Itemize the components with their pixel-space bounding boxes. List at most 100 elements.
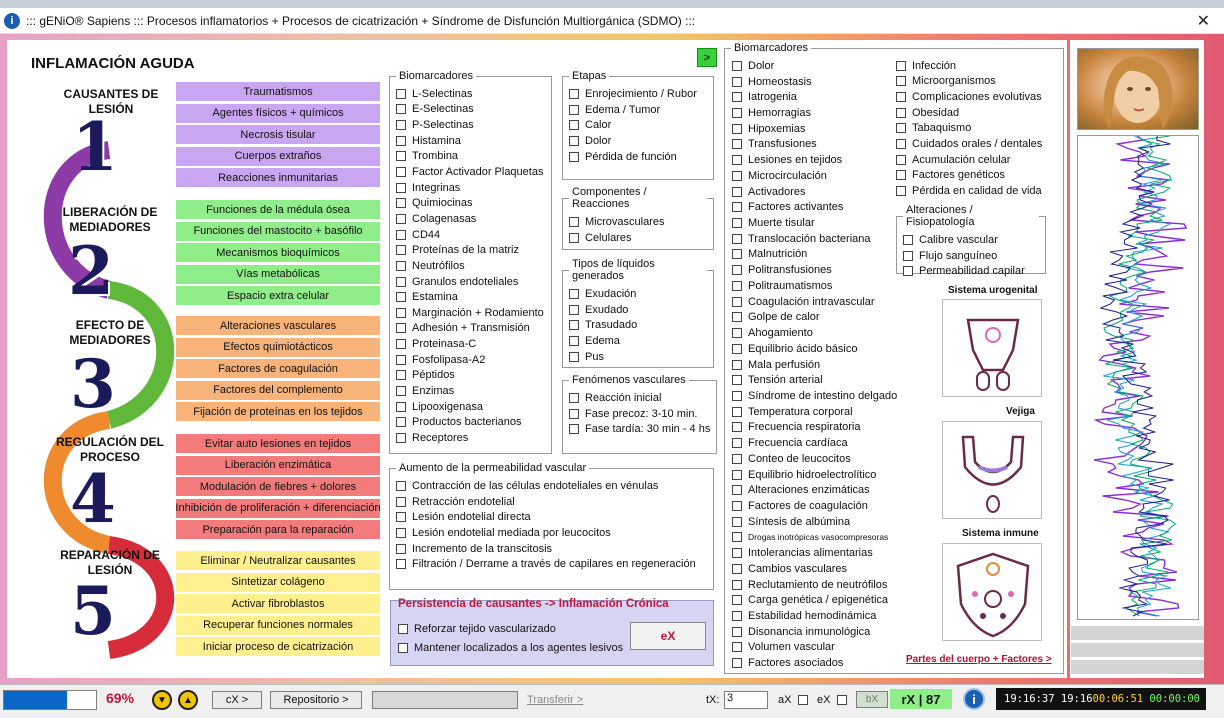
componente-checkbox[interactable]: Celulares (569, 230, 707, 246)
vejiga-image[interactable] (942, 421, 1042, 519)
stage-1-item[interactable]: Reacciones inmunitarias (176, 168, 380, 188)
stage-3-item[interactable]: Alteraciones vasculares (176, 316, 380, 335)
biomarcador-checkbox[interactable]: CD44 (396, 227, 545, 243)
persistencia-checkbox[interactable]: Reforzar tejido vascularizado (398, 619, 628, 639)
biomarcador-2-checkbox[interactable]: Disonancia inmunológica (732, 624, 902, 640)
stage-4-item[interactable]: Modulación de fiebres + dolores (176, 477, 380, 497)
permeabilidad-checkbox[interactable]: Lesión endotelial directa (396, 509, 707, 525)
biomarcador-checkbox[interactable]: Productos bacterianos (396, 414, 545, 430)
biomarcador-2-checkbox[interactable]: Alteraciones enzimáticas (732, 482, 902, 498)
liquido-checkbox[interactable]: Trasudado (569, 317, 707, 333)
biomarcador-3-checkbox[interactable]: Pérdida en calidad de vida (896, 183, 1062, 199)
biomarcador-2-checkbox[interactable]: Hipoxemias (732, 121, 902, 137)
alteracion-checkbox[interactable]: Calibre vascular (903, 232, 1039, 248)
biomarcador-checkbox[interactable]: Proteínas de la matriz (396, 242, 545, 258)
biomarcador-checkbox[interactable]: Receptores (396, 430, 545, 446)
stage-5-item[interactable]: Recuperar funciones normales (176, 615, 380, 635)
biomarcador-3-checkbox[interactable]: Acumulación celular (896, 152, 1062, 168)
fenomeno-checkbox[interactable]: Fase tardía: 30 min - 4 hs (569, 421, 710, 437)
fenomeno-checkbox[interactable]: Reacción inicial (569, 390, 710, 406)
biomarcador-checkbox[interactable]: P-Selectinas (396, 117, 545, 133)
biomarcador-3-checkbox[interactable]: Infección (896, 58, 1062, 74)
biomarcador-checkbox[interactable]: E-Selectinas (396, 102, 545, 118)
etapa-checkbox[interactable]: Dolor (569, 133, 707, 149)
biomarcador-3-checkbox[interactable]: Cuidados orales / dentales (896, 136, 1062, 152)
stage-1-item[interactable]: Cuerpos extraños (176, 146, 380, 166)
biomarcador-checkbox[interactable]: Integrinas (396, 180, 545, 196)
biomarcador-2-checkbox[interactable]: Cambios vasculares (732, 561, 902, 577)
biomarcador-checkbox[interactable]: Factor Activador Plaquetas (396, 164, 545, 180)
stage-4-item[interactable]: Liberación enzimática (176, 455, 380, 475)
biomarcador-checkbox[interactable]: Quimiocinas (396, 195, 545, 211)
ax-checkbox[interactable]: aX (778, 694, 808, 706)
biomarcador-2-checkbox[interactable]: Translocación bacteriana (732, 231, 902, 247)
biomarcador-2-checkbox[interactable]: Coagulación intravascular (732, 294, 902, 310)
biomarcador-2-checkbox[interactable]: Síntesis de albúmina (732, 514, 902, 530)
biomarcador-2-checkbox[interactable]: Activadores (732, 184, 902, 200)
biomarcador-2-checkbox[interactable]: Lesiones en tejidos (732, 152, 902, 168)
biomarcador-2-checkbox[interactable]: Homeostasis (732, 74, 902, 90)
stage-2-item[interactable]: Funciones del mastocito + basófilo (176, 221, 380, 241)
componente-checkbox[interactable]: Microvasculares (569, 214, 707, 230)
permeabilidad-checkbox[interactable]: Filtración / Derrame a través de capilar… (396, 556, 707, 572)
stage-4-item[interactable]: Preparación para la reparación (176, 520, 380, 540)
stage-3-item[interactable]: Efectos quimiotácticos (176, 337, 380, 357)
biomarcador-2-checkbox[interactable]: Conteo de leucocitos (732, 451, 902, 467)
next-button[interactable]: > (697, 48, 717, 67)
stage-4-item[interactable]: Inhibición de proliferación + diferencia… (176, 498, 380, 518)
stage-2-item[interactable]: Vías metabólicas (176, 264, 380, 284)
etapa-checkbox[interactable]: Enrojecimiento / Rubor (569, 86, 707, 102)
biomarcador-3-checkbox[interactable]: Tabaquismo (896, 121, 1062, 137)
biomarcador-checkbox[interactable]: Péptidos (396, 368, 545, 384)
repositorio-button[interactable]: Repositorio > (270, 691, 362, 709)
permeabilidad-checkbox[interactable]: Incremento de la transcitosis (396, 541, 707, 557)
etapa-checkbox[interactable]: Calor (569, 117, 707, 133)
biomarcador-2-checkbox[interactable]: Temperatura corporal (732, 404, 902, 420)
persistencia-checkbox[interactable]: Mantener localizados a los agentes lesiv… (398, 639, 628, 659)
biomarcador-2-checkbox[interactable]: Factores asociados (732, 655, 902, 671)
alteracion-checkbox[interactable]: Permeabilidad capilar (903, 263, 1039, 279)
biomarcador-checkbox[interactable]: L-Selectinas (396, 86, 545, 102)
biomarcador-2-checkbox[interactable]: Muerte tisular (732, 215, 902, 231)
biomarcador-checkbox[interactable]: Estamina (396, 289, 545, 305)
biomarcador-checkbox[interactable]: Granulos endoteliales (396, 274, 545, 290)
down-arrow-button[interactable]: ▼ (152, 690, 172, 710)
biomarcador-2-checkbox[interactable]: Ahogamiento (732, 325, 902, 341)
tx-spinner[interactable]: 3 (724, 691, 768, 709)
biomarcador-2-checkbox[interactable]: Frecuencia respiratoria (732, 420, 902, 436)
biomarcador-2-checkbox[interactable]: Intolerancias alimentarias (732, 545, 902, 561)
liquido-checkbox[interactable]: Exudado (569, 302, 707, 318)
biomarcador-2-checkbox[interactable]: Tensión arterial (732, 372, 902, 388)
stage-1-item[interactable]: Traumatismos (176, 82, 380, 101)
stage-4-item[interactable]: Evitar auto lesiones en tejidos (176, 434, 380, 453)
biomarcador-checkbox[interactable]: Proteinasa-C (396, 336, 545, 352)
stage-5-item[interactable]: Iniciar proceso de cicatrización (176, 637, 380, 657)
stage-2-item[interactable]: Mecanismos bioquímicos (176, 243, 380, 263)
biomarcador-checkbox[interactable]: Colagenasas (396, 211, 545, 227)
biomarcador-3-checkbox[interactable]: Complicaciones evolutivas (896, 89, 1062, 105)
stage-5-item[interactable]: Sintetizar colágeno (176, 572, 380, 592)
biomarcador-2-checkbox[interactable]: Volumen vascular (732, 640, 902, 656)
liquido-checkbox[interactable]: Pus (569, 349, 707, 365)
biomarcador-2-checkbox[interactable]: Politransfusiones (732, 262, 902, 278)
biomarcador-2-checkbox[interactable]: Factores activantes (732, 199, 902, 215)
biomarcador-checkbox[interactable]: Neutrófilos (396, 258, 545, 274)
biomarcador-2-checkbox[interactable]: Hemorragias (732, 105, 902, 121)
stage-5-item[interactable]: Eliminar / Neutralizar causantes (176, 551, 380, 570)
parts-link[interactable]: Partes del cuerpo + Factores > (906, 654, 1052, 665)
biomarcador-checkbox[interactable]: Marginación + Rodamiento (396, 305, 545, 321)
transfer-link[interactable]: Transferir > (527, 694, 583, 706)
biomarcador-checkbox[interactable]: Adhesión + Transmisión (396, 321, 545, 337)
permeabilidad-checkbox[interactable]: Contracción de las células endoteliales … (396, 478, 707, 494)
stage-3-item[interactable]: Factores del complemento (176, 380, 380, 400)
biomarcador-2-checkbox[interactable]: Microcirculación (732, 168, 902, 184)
liquido-checkbox[interactable]: Edema (569, 333, 707, 349)
etapa-checkbox[interactable]: Edema / Tumor (569, 102, 707, 118)
biomarcador-checkbox[interactable]: Lipooxigenasa (396, 399, 545, 415)
biomarcador-2-checkbox[interactable]: Equilibrio hidroelectrolítico (732, 467, 902, 483)
etapa-checkbox[interactable]: Pérdida de función (569, 149, 707, 165)
biomarcador-2-checkbox[interactable]: Estabilidad hemodinámica (732, 608, 902, 624)
inmune-image[interactable] (942, 543, 1042, 641)
biomarcador-2-checkbox[interactable]: Frecuencia cardíaca (732, 435, 902, 451)
biomarcador-2-checkbox[interactable]: Mala perfusión (732, 357, 902, 373)
